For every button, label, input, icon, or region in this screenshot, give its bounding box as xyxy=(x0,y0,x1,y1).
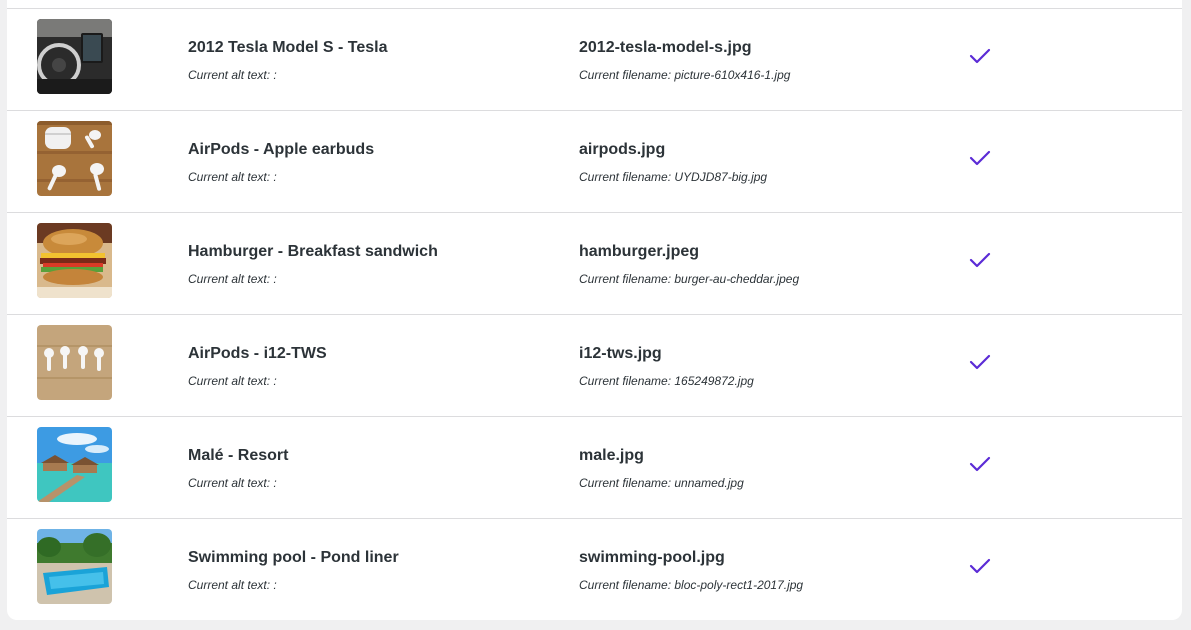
check-icon xyxy=(969,557,991,575)
new-filename: male.jpg xyxy=(579,447,644,464)
new-filename: swimming-pool.jpg xyxy=(579,549,725,566)
new-filename: i12-tws.jpg xyxy=(579,345,662,362)
check-icon xyxy=(969,47,991,65)
image-seo-list-card: 2012 Tesla Model S - Tesla Current alt t… xyxy=(7,0,1182,620)
image-title: Malé - Resort xyxy=(188,447,289,464)
image-title: AirPods - Apple earbuds xyxy=(188,141,375,158)
image-title: 2012 Tesla Model S - Tesla xyxy=(188,39,388,56)
check-icon xyxy=(969,251,991,269)
resort-thumbnail[interactable] xyxy=(37,427,112,502)
current-alt-text: Current alt text: : xyxy=(188,476,277,490)
current-alt-text: Current alt text: : xyxy=(188,170,277,184)
current-alt-text: Current alt text: : xyxy=(188,374,277,388)
new-filename: hamburger.jpeg xyxy=(579,243,700,260)
current-alt-text: Current alt text: : xyxy=(188,68,277,82)
airpods-thumbnail[interactable] xyxy=(37,121,112,196)
hamburger-thumbnail[interactable] xyxy=(37,223,112,298)
current-filename: Current filename: burger-au-cheddar.jpeg xyxy=(579,272,800,286)
current-filename: Current filename: 165249872.jpg xyxy=(579,374,754,388)
image-title: AirPods - i12-TWS xyxy=(188,345,327,362)
current-alt-text: Current alt text: : xyxy=(188,578,277,592)
new-filename: airpods.jpg xyxy=(579,141,666,158)
current-filename: Current filename: UYDJD87-big.jpg xyxy=(579,170,768,184)
table-row: AirPods - Apple earbuds Current alt text… xyxy=(7,111,1182,213)
current-filename: Current filename: picture-610x416-1.jpg xyxy=(579,68,791,82)
image-title: Swimming pool - Pond liner xyxy=(188,549,399,566)
image-title: Hamburger - Breakfast sandwich xyxy=(188,243,438,260)
tesla-interior-thumbnail[interactable] xyxy=(37,19,112,94)
table-row: Hamburger - Breakfast sandwich Current a… xyxy=(7,213,1182,315)
table-row: 2012 Tesla Model S - Tesla Current alt t… xyxy=(7,9,1182,111)
swimming-pool-thumbnail[interactable] xyxy=(37,529,112,604)
earbuds-thumbnail[interactable] xyxy=(37,325,112,400)
table-row: Swimming pool - Pond liner Current alt t… xyxy=(7,519,1182,620)
check-icon xyxy=(969,353,991,371)
check-icon xyxy=(969,455,991,473)
table-row: Malé - Resort Current alt text: : male.j… xyxy=(7,417,1182,519)
current-filename: Current filename: bloc-poly-rect1-2017.j… xyxy=(579,578,804,592)
current-alt-text: Current alt text: : xyxy=(188,272,277,286)
table-row: AirPods - i12-TWS Current alt text: : i1… xyxy=(7,315,1182,417)
current-filename: Current filename: unnamed.jpg xyxy=(579,476,744,490)
check-icon xyxy=(969,149,991,167)
new-filename: 2012-tesla-model-s.jpg xyxy=(579,39,752,56)
